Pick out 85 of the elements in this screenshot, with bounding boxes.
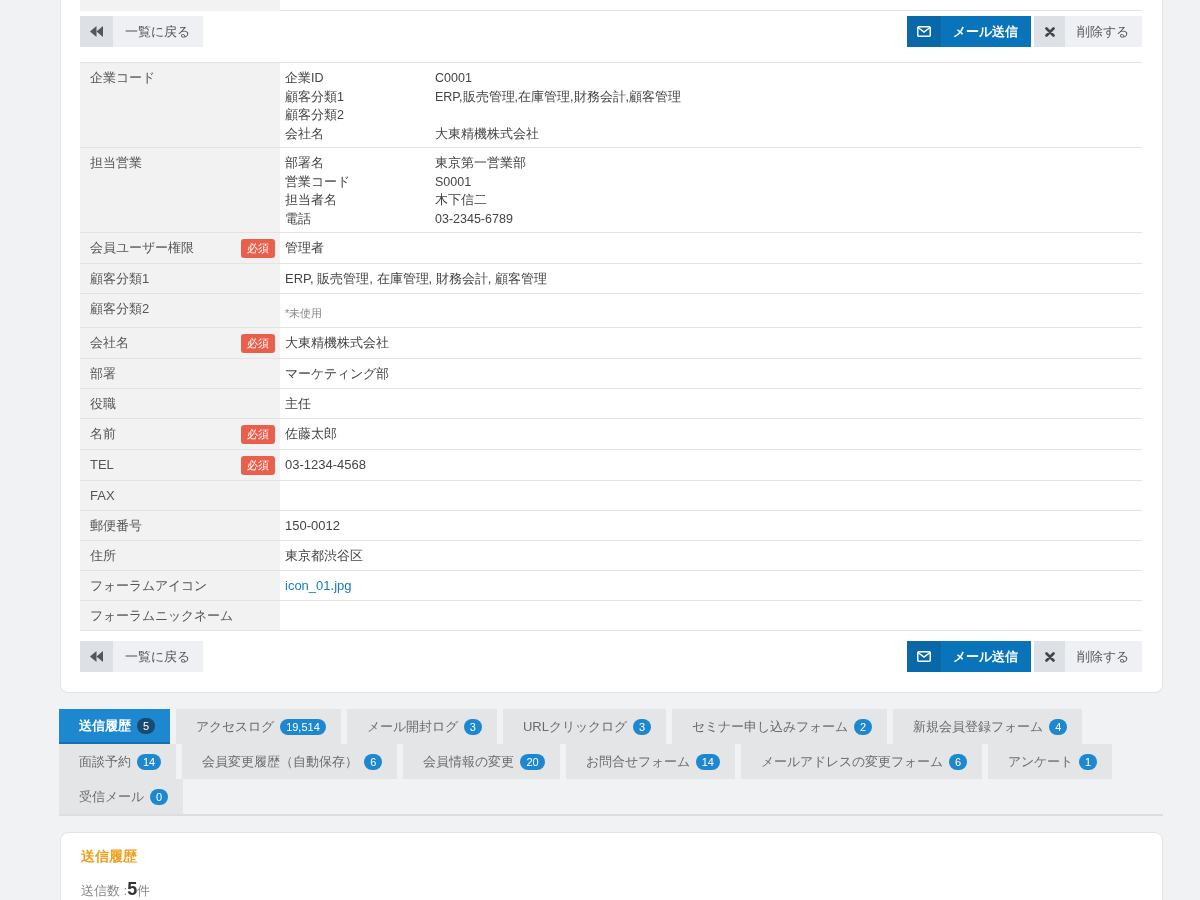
tab[interactable]: 会員情報の変更 20 bbox=[403, 744, 560, 779]
field-label: TEL bbox=[90, 456, 114, 474]
tab[interactable]: アクセスログ 19,514 bbox=[176, 709, 341, 744]
field-key: 営業コード bbox=[285, 172, 435, 191]
tab[interactable]: メール開封ログ 3 bbox=[346, 709, 497, 744]
send-mail-button[interactable]: メール送信 bbox=[907, 641, 1031, 672]
send-mail-button[interactable]: メール送信 bbox=[907, 16, 1031, 47]
field-key: 会社名 bbox=[285, 124, 435, 143]
tab[interactable]: 会員変更履歴（自動保存） 6 bbox=[182, 744, 398, 779]
count-badge: 1 bbox=[1079, 753, 1098, 770]
count-badge: 3 bbox=[463, 718, 482, 735]
count-badge: 14 bbox=[695, 753, 720, 770]
field-value: マーケティング部 bbox=[285, 365, 389, 383]
count-badge: 14 bbox=[137, 753, 162, 770]
send-count-text: 送信数 :5件 bbox=[81, 883, 151, 898]
field-value: 東京都渋谷区 bbox=[285, 547, 363, 565]
close-icon bbox=[1034, 641, 1065, 672]
tab[interactable]: URLクリックログ 3 bbox=[502, 709, 667, 744]
tab[interactable]: 新規会員登録フォーム 4 bbox=[893, 709, 1083, 744]
file-link[interactable]: icon_01.jpg bbox=[285, 578, 352, 593]
field-value: 東京第一営業部 bbox=[435, 155, 527, 172]
field-label: 会員ユーザー権限 bbox=[90, 239, 194, 257]
field-key: 顧客分類1 bbox=[285, 87, 435, 106]
field-label: 部署 bbox=[90, 365, 116, 383]
required-badge: 必須 bbox=[241, 334, 275, 353]
field-label: 顧客分類1 bbox=[90, 270, 150, 288]
field-label: 住所 bbox=[90, 547, 116, 565]
count-badge: 5 bbox=[137, 717, 156, 734]
field-value: 大東精機株式会社 bbox=[285, 334, 389, 352]
count-badge: 3 bbox=[632, 718, 652, 735]
count-badge: 0 bbox=[150, 788, 169, 805]
field-key: 担当者名 bbox=[285, 191, 435, 210]
field-value: C0001 bbox=[435, 70, 473, 87]
field-label: 企業コード bbox=[90, 69, 155, 87]
tab[interactable]: お問合せフォーム 14 bbox=[565, 744, 735, 779]
field-value: ERP,販売管理,在庫管理,財務会計,顧客管理 bbox=[435, 88, 682, 106]
field-key: 企業ID bbox=[285, 69, 435, 88]
field-label: 会社名 bbox=[90, 334, 129, 352]
back-button[interactable]: 一覧に戻る bbox=[80, 641, 203, 672]
tab[interactable]: 受信メール 0 bbox=[59, 779, 184, 814]
field-value: 03-1234-4568 bbox=[285, 456, 366, 474]
field-value: 主任 bbox=[285, 395, 311, 413]
field-label: フォーラムニックネーム bbox=[90, 607, 233, 625]
field-key: 電話 bbox=[285, 209, 435, 228]
field-value: 03-2345-6789 bbox=[435, 210, 514, 228]
field-label: 名前 bbox=[90, 425, 116, 443]
field-label: 顧客分類2 bbox=[90, 300, 150, 318]
field-label: フォーラムアイコン bbox=[90, 577, 207, 595]
tab[interactable]: メールアドレスの変更フォーム 6 bbox=[740, 744, 982, 779]
rewind-icon bbox=[80, 16, 113, 47]
field-key: 顧客分類2 bbox=[285, 106, 435, 125]
back-button[interactable]: 一覧に戻る bbox=[80, 16, 203, 47]
mail-icon bbox=[907, 16, 941, 47]
tab[interactable]: アンケート 1 bbox=[988, 744, 1113, 779]
field-label: 役職 bbox=[90, 395, 116, 413]
tab[interactable]: 送信履歴 5 bbox=[59, 709, 171, 744]
count-badge: 6 bbox=[948, 753, 967, 770]
field-label: FAX bbox=[90, 487, 115, 505]
tab[interactable]: 面談予約 14 bbox=[59, 744, 177, 779]
field-value: ERP, 販売管理, 在庫管理, 財務会計, 顧客管理 bbox=[285, 270, 547, 288]
delete-button[interactable]: 削除する bbox=[1034, 641, 1142, 672]
field-label: 郵便番号 bbox=[90, 517, 142, 535]
required-badge: 必須 bbox=[241, 425, 275, 444]
close-icon bbox=[1034, 16, 1065, 47]
field-value: 管理者 bbox=[285, 239, 324, 257]
rewind-icon bbox=[80, 641, 113, 672]
field-value: 150-0012 bbox=[285, 517, 340, 535]
count-badge: 2 bbox=[854, 718, 873, 735]
count-badge: 19,514 bbox=[280, 718, 326, 735]
required-badge: 必須 bbox=[241, 456, 275, 475]
count-badge: 4 bbox=[1049, 718, 1068, 735]
mail-icon bbox=[907, 641, 941, 672]
tab[interactable]: セミナー申し込みフォーム 2 bbox=[672, 709, 888, 744]
field-value: S0001 bbox=[435, 173, 473, 191]
note-text: *未使用 bbox=[285, 306, 323, 321]
field-key: 部署名 bbox=[285, 154, 435, 173]
field-value: 佐藤太郎 bbox=[285, 425, 337, 443]
count-badge: 6 bbox=[364, 753, 383, 770]
required-badge: 必須 bbox=[241, 239, 275, 258]
field-value: 木下信二 bbox=[435, 192, 488, 209]
count-badge: 20 bbox=[520, 753, 545, 770]
delete-button[interactable]: 削除する bbox=[1034, 16, 1142, 47]
field-value: 大東精機株式会社 bbox=[435, 125, 540, 143]
field-label: 担当営業 bbox=[90, 154, 142, 172]
section-title: 送信履歴 bbox=[81, 848, 137, 864]
